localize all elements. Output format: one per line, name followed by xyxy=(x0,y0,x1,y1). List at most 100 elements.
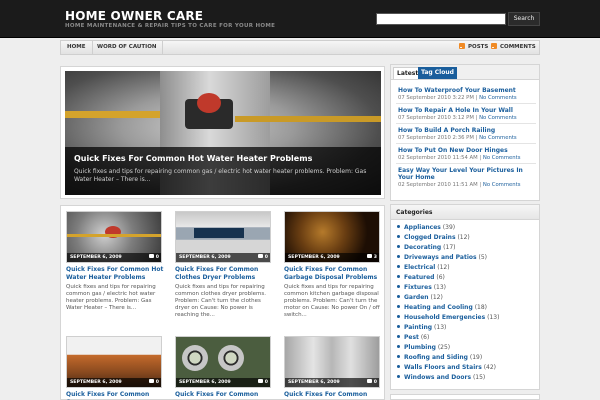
category-item[interactable]: Featured (6) xyxy=(397,273,445,283)
latest-post-title[interactable]: How To Repair A Hole In Your Wall xyxy=(398,107,538,114)
latest-post-item: How To Put On New Door Hinges 02 Septemb… xyxy=(398,147,538,162)
post-thumbnail[interactable]: SEPTEMBER 6, 2009 0 xyxy=(284,336,380,388)
category-name[interactable]: Fixtures xyxy=(404,284,432,291)
category-item[interactable]: Heating and Cooling (18) xyxy=(397,303,487,313)
post-thumbnail[interactable]: SEPTEMBER 6, 2009 0 xyxy=(175,336,271,388)
post-title[interactable]: Quick Fixes For Common Garbage Disposal … xyxy=(284,266,384,281)
category-name[interactable]: Featured xyxy=(404,274,434,281)
category-item[interactable]: Clogged Drains (12) xyxy=(397,233,470,243)
post-thumbnail[interactable]: SEPTEMBER 6, 2009 0 xyxy=(66,336,162,388)
post-card: SEPTEMBER 6, 2009 3 Quick Fixes For Comm… xyxy=(284,211,384,319)
latest-post-comments[interactable]: No Comments xyxy=(479,95,517,101)
category-name[interactable]: Garden xyxy=(404,294,429,301)
nav-item-word-of-caution[interactable]: WORD OF CAUTION xyxy=(91,41,164,54)
category-item[interactable]: Walls Floors and Stairs (42) xyxy=(397,363,496,373)
featured-title[interactable]: Quick Fixes For Common Hot Water Heater … xyxy=(74,154,372,163)
category-name[interactable]: Pest xyxy=(404,334,419,341)
post-title[interactable]: Quick Fixes For Common xyxy=(175,391,275,399)
category-item[interactable]: Windows and Doors (15) xyxy=(397,373,485,383)
latest-post-title[interactable]: How To Build A Porch Railing xyxy=(398,127,538,134)
featured-post[interactable]: Quick Fixes For Common Hot Water Heater … xyxy=(60,66,385,199)
site-header: HOME OWNER CARE HOME MAINTENANCE & REPAI… xyxy=(0,0,600,38)
comment-count-value: 0 xyxy=(264,380,268,385)
post-grid: SEPTEMBER 6, 2009 0 Quick Fixes For Comm… xyxy=(60,205,385,400)
bullet-icon xyxy=(397,265,400,268)
bullet-icon xyxy=(397,305,400,308)
post-title[interactable]: Quick Fixes For Common Hot Water Heater … xyxy=(66,266,166,281)
comments-feed-link[interactable]: COMMENTS xyxy=(491,41,536,54)
category-count: (13) xyxy=(487,314,500,321)
comment-count[interactable]: 0 xyxy=(366,379,377,386)
category-item[interactable]: Appliances (39) xyxy=(397,223,455,233)
comment-count-value: 0 xyxy=(373,380,377,385)
category-name[interactable]: Driveways and Patios xyxy=(404,254,477,261)
latest-post-title[interactable]: How To Put On New Door Hinges xyxy=(398,147,538,154)
category-name[interactable]: Windows and Doors xyxy=(404,374,471,381)
category-item[interactable]: Garden (12) xyxy=(397,293,443,303)
rss-icon xyxy=(491,43,497,49)
search-button[interactable]: Search xyxy=(508,12,540,26)
categories-widget: Categories Appliances (39) Clogged Drain… xyxy=(390,204,540,390)
latest-post-date: 02 September 2010 11:51 AM xyxy=(398,182,478,188)
category-item[interactable]: Roofing and Siding (19) xyxy=(397,353,482,363)
category-name[interactable]: Household Emergencies xyxy=(404,314,485,321)
site-title[interactable]: HOME OWNER CARE xyxy=(65,9,203,23)
comment-count[interactable]: 0 xyxy=(148,379,159,386)
category-item[interactable]: Fixtures (13) xyxy=(397,283,446,293)
category-item[interactable]: Household Emergencies (13) xyxy=(397,313,499,323)
comment-count[interactable]: 0 xyxy=(257,379,268,386)
category-name[interactable]: Walls Floors and Stairs xyxy=(404,364,482,371)
latest-post-date: 07 September 2010 3:12 PM xyxy=(398,115,474,121)
category-item[interactable]: Decorating (17) xyxy=(397,243,455,253)
category-name[interactable]: Heating and Cooling xyxy=(404,304,473,311)
post-thumbnail[interactable]: SEPTEMBER 6, 2009 3 xyxy=(284,211,380,263)
category-name[interactable]: Clogged Drains xyxy=(404,234,456,241)
divider xyxy=(396,123,536,124)
category-item[interactable]: Plumbing (25) xyxy=(397,343,450,353)
posts-feed-label: POSTS xyxy=(468,44,489,50)
category-item[interactable]: Painting (13) xyxy=(397,323,446,333)
category-name[interactable]: Decorating xyxy=(404,244,441,251)
featured-caption: Quick Fixes For Common Hot Water Heater … xyxy=(65,147,381,195)
posts-feed-link[interactable]: POSTS xyxy=(459,41,488,54)
post-card: SEPTEMBER 6, 2009 0 Quick Fixes For Comm… xyxy=(175,336,275,399)
category-name[interactable]: Electrical xyxy=(404,264,435,271)
comment-count[interactable]: 0 xyxy=(257,254,268,261)
bullet-icon xyxy=(397,285,400,288)
post-thumbnail[interactable]: SEPTEMBER 6, 2009 0 xyxy=(175,211,271,263)
category-name[interactable]: Painting xyxy=(404,324,432,331)
sidebar-tabs: Latest Tag Cloud How To Waterproof Your … xyxy=(390,64,540,201)
post-thumbnail[interactable]: SEPTEMBER 6, 2009 0 xyxy=(66,211,162,263)
latest-post-comments[interactable]: No Comments xyxy=(483,182,521,188)
bullet-icon xyxy=(397,235,400,238)
category-name[interactable]: Plumbing xyxy=(404,344,436,351)
bullet-icon xyxy=(397,315,400,318)
search-input[interactable] xyxy=(376,13,506,25)
latest-post-title[interactable]: Easy Way Your Level Your Pictures In You… xyxy=(398,167,528,181)
post-title[interactable]: Quick Fixes For Common Clothes Dryer Pro… xyxy=(175,266,275,281)
post-card: SEPTEMBER 6, 2009 0 Quick Fixes For Comm… xyxy=(66,336,166,400)
latest-post-date: 02 September 2010 11:54 AM xyxy=(398,155,478,161)
pipe-shape xyxy=(235,116,381,122)
bullet-icon xyxy=(397,355,400,358)
category-item[interactable]: Electrical (12) xyxy=(397,263,450,273)
latest-post-title[interactable]: How To Waterproof Your Basement xyxy=(398,87,538,94)
bullet-icon xyxy=(397,375,400,378)
comment-count[interactable]: 0 xyxy=(148,254,159,261)
latest-post-comments[interactable]: No Comments xyxy=(479,135,517,141)
post-title[interactable]: Quick Fixes For Common Oven xyxy=(66,391,166,400)
latest-post-comments[interactable]: No Comments xyxy=(479,115,517,121)
category-item[interactable]: Driveways and Patios (5) xyxy=(397,253,487,263)
category-name[interactable]: Roofing and Siding xyxy=(404,354,468,361)
category-count: (39) xyxy=(442,224,456,231)
tab-tag-cloud[interactable]: Tag Cloud xyxy=(418,67,457,79)
bullet-icon xyxy=(397,325,400,328)
latest-post-item: Easy Way Your Level Your Pictures In You… xyxy=(398,167,528,189)
post-title[interactable]: Quick Fixes For Common xyxy=(284,391,384,399)
comment-count[interactable]: 3 xyxy=(366,254,377,261)
category-name[interactable]: Appliances xyxy=(404,224,441,231)
nav-item-home[interactable]: HOME xyxy=(61,41,93,54)
latest-post-comments[interactable]: No Comments xyxy=(483,155,521,161)
comment-count-value: 0 xyxy=(264,255,268,260)
category-item[interactable]: Pest (6) xyxy=(397,333,429,343)
